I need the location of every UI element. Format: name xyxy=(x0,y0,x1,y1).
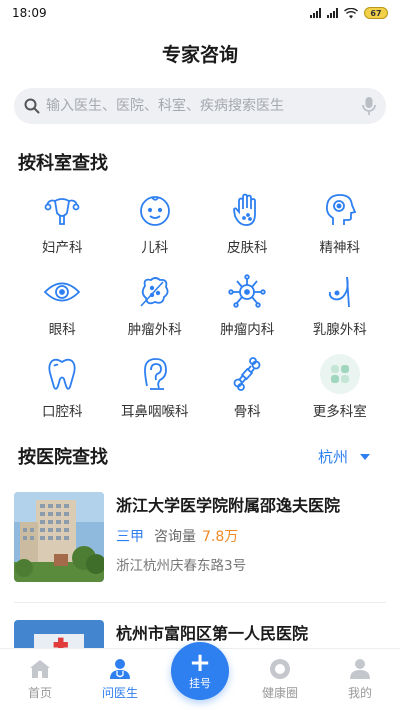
hospital-image xyxy=(14,492,104,582)
signal-icon xyxy=(327,8,338,18)
tumor-icon xyxy=(135,272,175,312)
dept-label: 口腔科 xyxy=(42,404,83,420)
hospital-address: 浙江杭州庆春东路3号 xyxy=(116,558,247,574)
register-fab[interactable]: + 挂号 xyxy=(171,642,229,700)
section-title-departments: 按科室查找 xyxy=(18,153,108,174)
hospital-card[interactable]: 浙江大学医学院附属邵逸夫医院 三甲 咨询量 7.8万 浙江杭州庆春东路3号 xyxy=(14,492,386,582)
bone-icon xyxy=(227,354,267,394)
dept-psychiatry[interactable]: 精神科 xyxy=(294,190,387,256)
breast-icon xyxy=(320,272,360,312)
dept-label: 乳腺外科 xyxy=(312,322,367,338)
hospital-meta: 三甲 咨询量 7.8万 xyxy=(116,526,340,546)
dept-obgyn[interactable]: 妇产科 xyxy=(16,190,109,256)
tab-me[interactable]: 我的 xyxy=(320,649,400,710)
section-title-hospitals: 按医院查找 xyxy=(18,447,108,468)
dept-dermatology[interactable]: 皮肤科 xyxy=(201,190,294,256)
tab-label: 首页 xyxy=(27,686,52,700)
status-icons: 67 xyxy=(310,7,388,19)
dept-ophthalmology[interactable]: 眼科 xyxy=(16,272,109,338)
hospital-name: 杭州市富阳区第一人民医院 xyxy=(116,624,309,643)
page-title: 专家咨询 xyxy=(161,44,238,66)
baby-face-icon xyxy=(135,190,175,230)
plus-icon: + xyxy=(189,648,211,678)
consult-label: 咨询量 xyxy=(154,529,196,545)
dept-label: 妇产科 xyxy=(42,240,83,256)
more-grid-icon xyxy=(319,354,360,394)
dept-label: 耳鼻咽喉科 xyxy=(121,404,189,420)
dept-more[interactable]: 更多科室 xyxy=(294,354,387,420)
department-grid: 妇产科 儿科 皮肤科 精神科 眼科 肿瘤外科 肿瘤内科 乳腺外科 口腔科 耳鼻咽… xyxy=(16,190,386,420)
ear-icon xyxy=(135,354,175,394)
dept-label: 更多科室 xyxy=(312,404,367,420)
city-selector[interactable]: 杭州 xyxy=(318,446,370,467)
home-icon xyxy=(28,657,52,681)
dept-breast-surgery[interactable]: 乳腺外科 xyxy=(294,272,387,338)
divider xyxy=(14,602,386,603)
dept-label: 肿瘤外科 xyxy=(127,322,182,338)
tab-register[interactable]: + 挂号 xyxy=(160,642,240,710)
wifi-icon xyxy=(344,7,358,18)
tab-label: 问医生 xyxy=(101,686,138,700)
search-icon xyxy=(24,98,40,114)
tab-ask-doctor[interactable]: 问医生 xyxy=(80,649,160,710)
dept-medical-oncology[interactable]: 肿瘤内科 xyxy=(201,272,294,338)
hospital-grade-badge: 三甲 xyxy=(116,529,144,545)
dept-label: 儿科 xyxy=(141,240,169,256)
head-brain-icon xyxy=(320,190,360,230)
dept-orthopedics[interactable]: 骨科 xyxy=(201,354,294,420)
consult-count: 7.8万 xyxy=(202,529,239,545)
battery-icon: 67 xyxy=(364,7,388,19)
dept-label: 精神科 xyxy=(319,240,361,256)
health-circle-icon xyxy=(268,657,292,681)
status-bar: 18:09 67 xyxy=(0,0,400,26)
dept-ent[interactable]: 耳鼻咽喉科 xyxy=(109,354,202,420)
hospital-name: 浙江大学医学院附属邵逸夫医院 xyxy=(116,496,341,515)
tab-label: 我的 xyxy=(347,686,372,700)
hand-skin-icon xyxy=(227,190,267,230)
tab-health-circle[interactable]: 健康圈 xyxy=(240,649,320,710)
dept-surgical-oncology[interactable]: 肿瘤外科 xyxy=(109,272,202,338)
tab-label: 挂号 xyxy=(189,677,211,690)
user-icon xyxy=(348,657,372,681)
search-bar[interactable] xyxy=(14,88,386,124)
dept-pediatrics[interactable]: 儿科 xyxy=(109,190,202,256)
search-input[interactable] xyxy=(40,98,362,114)
doctor-icon xyxy=(108,657,132,681)
signal-icon xyxy=(310,8,321,18)
dept-label: 皮肤科 xyxy=(227,240,268,256)
tab-home[interactable]: 首页 xyxy=(0,649,80,710)
chevron-down-icon xyxy=(360,453,370,460)
city-label: 杭州 xyxy=(317,448,348,466)
dept-stomatology[interactable]: 口腔科 xyxy=(16,354,109,420)
dept-label: 眼科 xyxy=(48,322,76,338)
cell-icon xyxy=(227,272,267,312)
uterus-icon xyxy=(42,190,82,230)
microphone-icon[interactable] xyxy=(362,96,376,116)
status-time: 18:09 xyxy=(12,6,47,20)
dept-label: 肿瘤内科 xyxy=(220,322,275,338)
eye-icon xyxy=(42,272,82,312)
dept-label: 骨科 xyxy=(233,404,261,420)
hospital-info: 浙江大学医学院附属邵逸夫医院 三甲 咨询量 7.8万 浙江杭州庆春东路3号 xyxy=(116,492,340,582)
tooth-icon xyxy=(42,354,82,394)
tab-label: 健康圈 xyxy=(261,686,298,700)
bottom-tab-bar: 首页 问医生 + 挂号 健康圈 我的 xyxy=(0,642,400,710)
